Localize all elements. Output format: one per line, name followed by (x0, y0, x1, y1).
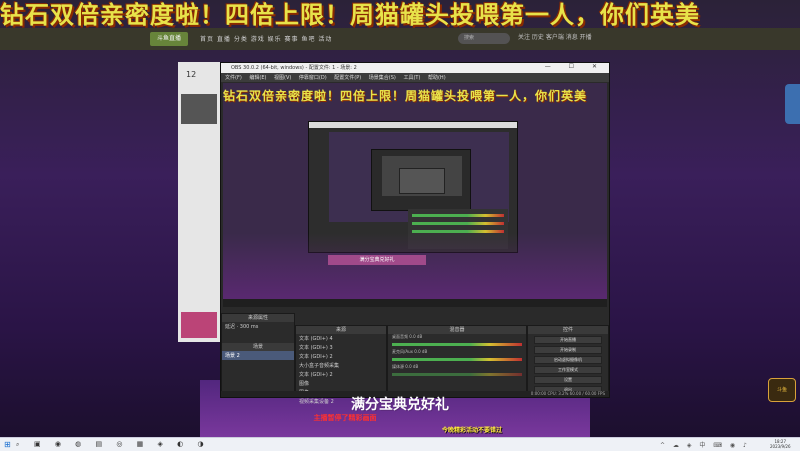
source-item[interactable]: 文本 (GDI+) 3 (296, 343, 386, 352)
obs-preview[interactable]: 满分宝典兑好礼 (223, 83, 607, 299)
track-name: 媒体源 (392, 364, 404, 369)
source-item[interactable]: 文本 (GDI+) 2 (296, 370, 386, 379)
source-item[interactable]: 大小盒子音频采集 (296, 361, 386, 370)
preview-glow (223, 233, 607, 299)
obs-title: OBS 30.0.2 (64-bit, windows) - 配置文件: 1 -… (231, 65, 357, 71)
source-item[interactable]: 图像 (296, 379, 386, 388)
scenes-header: 场景 (222, 343, 294, 351)
source-property-row: 延迟 · 300 ms (225, 324, 259, 330)
taskbar-app-icons[interactable]: ▣ ◉ ◍ ▤ ◎ ▦ ◈ ◐ ◑ (34, 440, 210, 448)
left-panel-thumbnail[interactable] (181, 94, 217, 124)
site-search-input[interactable]: 搜索 (458, 33, 510, 44)
scene-item[interactable]: 场景 2 (222, 351, 294, 360)
obs-menu-items[interactable]: 文件(F) 编辑(E) 视图(V) 停靠窗口(D) 配置文件(P) 场景集合(S… (225, 74, 446, 81)
obs-titlebar: OBS 30.0.2 (64-bit, windows) - 配置文件: 1 -… (221, 63, 609, 73)
mixer-track-label: 桌面音频 0.0 dB (388, 334, 526, 340)
volume-meter[interactable] (392, 373, 522, 376)
track-name: 麦克风/Aux (392, 349, 413, 354)
volume-meter[interactable] (392, 343, 522, 346)
volume-meter[interactable] (392, 358, 522, 361)
preview-taskbar (223, 299, 607, 307)
settings-button[interactable]: 设置 (534, 376, 602, 384)
studio-mode-button[interactable]: 工作室模式 (534, 366, 602, 374)
clock-date: 2023/9/26 (770, 444, 791, 449)
start-icon[interactable]: ⊞ (4, 440, 11, 449)
site-logo[interactable]: 斗鱼直播 (150, 32, 188, 46)
left-side-panel: 12 (178, 62, 220, 342)
obs-menubar: 文件(F) 编辑(E) 视图(V) 停靠窗口(D) 配置文件(P) 场景集合(S… (221, 73, 609, 82)
mixer-header: 混音器 (388, 326, 526, 334)
nested-obs-window-3 (399, 168, 445, 194)
site-header-icons[interactable]: 关注 历史 客户端 消息 开播 (518, 32, 592, 41)
right-side-tab[interactable] (785, 84, 800, 124)
taskbar-clock[interactable]: 18:27 2023/9/26 (770, 439, 791, 449)
source-item[interactable]: 文本 (GDI+) 2 (296, 352, 386, 361)
system-tray-icons[interactable]: ^ ☁ ◈ 中 ⌨ ◉ ♪ (660, 440, 750, 449)
obs-window: OBS 30.0.2 (64-bit, windows) - 配置文件: 1 -… (220, 62, 610, 405)
scenes-dock: 来源属性 延迟 · 300 ms 场景 场景 2 (221, 313, 295, 393)
corner-badge[interactable]: 斗鱼 (768, 378, 796, 402)
yellow-notice: 今晚精彩活动不要错过 (441, 427, 502, 434)
properties-header: 来源属性 (222, 314, 294, 322)
sources-dock: 来源 文本 (GDI+) 4 文本 (GDI+) 3 文本 (GDI+) 2 大… (295, 325, 387, 405)
controls-header: 控件 (528, 326, 608, 334)
mixer-dock: 混音器 桌面音频 0.0 dB 麦克风/Aux 0.0 dB 媒体源 0.0 d… (387, 325, 527, 393)
search-icon[interactable]: ⌕ (16, 441, 19, 449)
window-controls[interactable]: — ☐ ✕ (545, 63, 605, 70)
virtual-camera-button[interactable]: 启动虚拟摄像机 (534, 356, 602, 364)
site-nav[interactable]: 首页 直播 分类 游戏 娱乐 赛事 鱼吧 活动 (200, 34, 332, 43)
nested-titlebar (309, 122, 517, 128)
source-value[interactable]: 300 ms (240, 324, 259, 330)
windows-taskbar: ⊞ ⌕ ▣ ◉ ◍ ▤ ◎ ▦ ◈ ◐ ◑ ^ ☁ ◈ 中 ⌨ ◉ ♪ 18:2… (0, 437, 800, 451)
preview-banner: 钻石双倍亲密度啦！四倍上限！周猫罐头投喂第一人，你们英美 (223, 89, 588, 103)
left-panel-thumbnail-bottom[interactable] (181, 312, 217, 338)
start-streaming-button[interactable]: 开始直播 (534, 336, 602, 344)
gift-banner[interactable]: 满分宝典兑好礼 (210, 396, 590, 414)
start-recording-button[interactable]: 开始录制 (534, 346, 602, 354)
track-db: 0.0 dB (405, 364, 419, 369)
left-panel-count: 12 (186, 70, 197, 79)
mixer-track-label: 媒体源 0.0 dB (388, 364, 526, 370)
mixer-track-label: 麦克风/Aux 0.0 dB (388, 349, 526, 355)
track-db: 0.0 dB (414, 349, 428, 354)
track-name: 桌面音频 (392, 334, 408, 339)
scrolling-banner: 钻石双倍亲密度啦！四倍上限！周猫罐头投喂第一人，你们英美 (0, 0, 700, 29)
track-db: 0.0 dB (409, 334, 423, 339)
source-item[interactable]: 文本 (GDI+) 4 (296, 334, 386, 343)
preview-gift-box: 满分宝典兑好礼 (328, 255, 426, 265)
red-notice: 主播暂停了精彩画面 (313, 414, 377, 422)
controls-dock: 控件 开始直播 开始录制 启动虚拟摄像机 工作室模式 设置 退出 (527, 325, 609, 394)
source-label: 延迟 (225, 324, 236, 330)
site-top-bar: 斗鱼直播 首页 直播 分类 游戏 娱乐 赛事 鱼吧 活动 搜索 关注 历史 客户… (0, 28, 800, 50)
sources-header: 来源 (296, 326, 386, 334)
